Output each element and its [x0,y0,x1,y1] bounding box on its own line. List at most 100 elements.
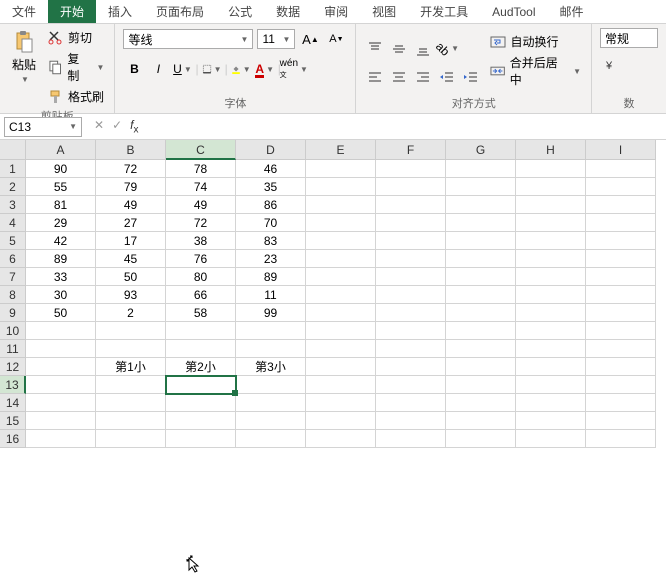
column-header[interactable]: F [376,140,446,160]
cell[interactable] [446,412,516,430]
align-top-button[interactable] [364,38,386,60]
cell[interactable] [306,340,376,358]
cell[interactable]: 76 [166,250,236,268]
border-button[interactable]: ▼ [201,58,223,80]
cell[interactable] [446,178,516,196]
cell[interactable]: 27 [96,214,166,232]
row-header[interactable]: 14 [0,394,26,412]
cell[interactable] [376,160,446,178]
cell[interactable] [376,214,446,232]
column-header[interactable]: B [96,140,166,160]
row-header[interactable]: 2 [0,178,26,196]
format-painter-button[interactable]: 格式刷 [46,87,106,106]
cell[interactable]: 99 [236,304,306,322]
row-header[interactable]: 6 [0,250,26,268]
cell[interactable] [166,430,236,448]
cell[interactable] [376,430,446,448]
cell[interactable] [236,376,306,394]
cell[interactable] [446,304,516,322]
cell[interactable]: 23 [236,250,306,268]
cell[interactable] [516,322,586,340]
currency-button[interactable]: ¥ [600,54,622,76]
phonetic-button[interactable]: wén文▼ [283,58,305,80]
cell[interactable] [376,268,446,286]
cell[interactable]: 58 [166,304,236,322]
cell[interactable] [306,196,376,214]
cell[interactable]: 72 [96,160,166,178]
cell[interactable]: 50 [96,268,166,286]
cell[interactable] [446,268,516,286]
cell[interactable] [26,340,96,358]
cell[interactable]: 17 [96,232,166,250]
column-header[interactable]: E [306,140,376,160]
cell[interactable]: 81 [26,196,96,214]
cell[interactable]: 90 [26,160,96,178]
cell[interactable]: 49 [166,196,236,214]
fill-color-button[interactable]: ▼ [230,58,252,80]
column-header[interactable]: H [516,140,586,160]
row-header[interactable]: 11 [0,340,26,358]
copy-button[interactable]: 复制▼ [46,49,106,85]
cell[interactable] [516,430,586,448]
cell[interactable] [26,394,96,412]
bold-button[interactable]: B [123,58,145,80]
cell[interactable] [586,214,656,232]
row-header[interactable]: 5 [0,232,26,250]
cell[interactable] [376,304,446,322]
cell[interactable] [26,376,96,394]
cell[interactable] [586,160,656,178]
cell[interactable] [26,322,96,340]
cell[interactable] [516,178,586,196]
column-header[interactable]: D [236,140,306,160]
cell[interactable] [166,376,236,394]
cell[interactable]: 45 [96,250,166,268]
cell[interactable]: 第2小 [166,358,236,376]
cell[interactable] [306,358,376,376]
cell[interactable]: 29 [26,214,96,232]
cell[interactable] [96,394,166,412]
cell[interactable] [446,250,516,268]
cell[interactable] [376,322,446,340]
row-header[interactable]: 15 [0,412,26,430]
orientation-button[interactable]: ab▼ [436,38,458,60]
cell[interactable] [586,412,656,430]
cell[interactable]: 第3小 [236,358,306,376]
cell[interactable]: 93 [96,286,166,304]
row-header[interactable]: 12 [0,358,26,376]
column-header[interactable]: A [26,140,96,160]
cell[interactable] [516,394,586,412]
cell[interactable] [516,214,586,232]
cell[interactable] [586,196,656,214]
fill-handle[interactable] [232,390,238,396]
cell[interactable] [96,376,166,394]
cell[interactable] [236,394,306,412]
cell[interactable] [586,232,656,250]
cell[interactable]: 83 [236,232,306,250]
cell[interactable] [236,340,306,358]
cell[interactable] [236,430,306,448]
cell[interactable] [166,394,236,412]
cell[interactable] [516,250,586,268]
cell[interactable] [96,412,166,430]
cell[interactable] [376,196,446,214]
align-left-button[interactable] [364,66,386,88]
cell[interactable] [306,232,376,250]
cell[interactable]: 72 [166,214,236,232]
cell[interactable] [96,322,166,340]
column-header[interactable]: I [586,140,656,160]
cell[interactable]: 38 [166,232,236,250]
cell[interactable] [26,358,96,376]
cell[interactable]: 35 [236,178,306,196]
cell[interactable]: 80 [166,268,236,286]
fx-button[interactable]: fx [130,118,138,135]
row-header[interactable]: 1 [0,160,26,178]
cut-button[interactable]: 剪切 [46,28,106,47]
cell[interactable] [376,340,446,358]
cell[interactable] [376,250,446,268]
cell[interactable] [26,430,96,448]
cell[interactable] [586,304,656,322]
cell[interactable] [586,268,656,286]
cell[interactable] [306,394,376,412]
align-bottom-button[interactable] [412,38,434,60]
column-header[interactable]: C [166,140,236,160]
